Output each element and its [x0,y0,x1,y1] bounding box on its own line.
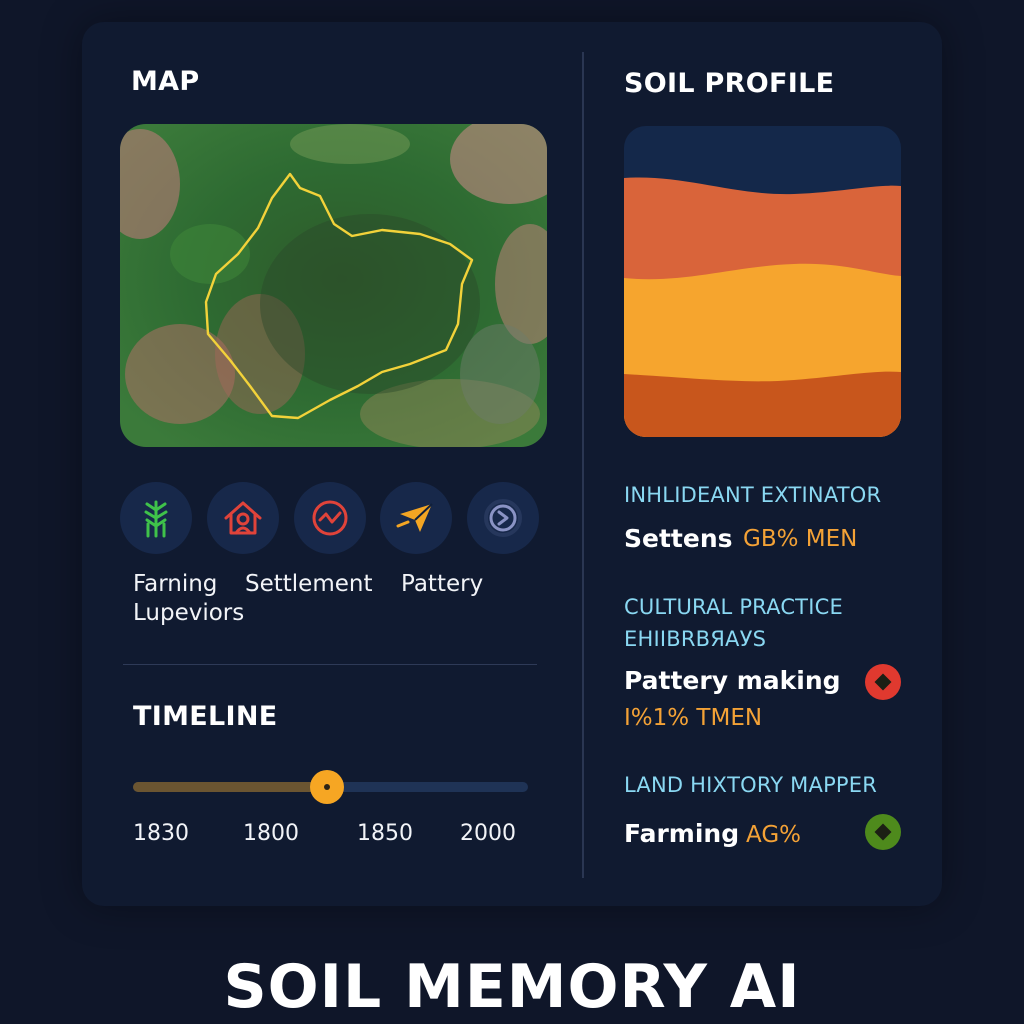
plane-icon [396,503,433,532]
timeline-slider-track[interactable] [133,770,528,804]
farming-sublabel: Lupeviors [133,600,245,626]
diamond-icon [874,673,892,691]
satellite-map[interactable] [120,124,547,447]
extinator-label: INHLIDEANT EXTINATOR [624,483,882,507]
cultural-practice-name: Pattery making [624,666,841,695]
history-cycle-button[interactable] [467,482,539,554]
pottery-label: Pattery [401,571,484,597]
land-history-label: LAND НІХТОRY MAPPER [624,773,878,797]
land-history-name: Farming [624,819,740,848]
cultural-practice-badge[interactable] [865,664,901,700]
timeline-slider-thumb[interactable] [309,770,344,804]
settlement-button[interactable] [207,482,279,554]
farming-button[interactable] [120,482,192,554]
land-history-badge[interactable] [865,814,901,850]
pottery-wave-icon [312,500,348,536]
soil-layer-bedrock [624,371,901,437]
aerial-survey-button[interactable] [380,482,452,554]
map-title: MAP [131,66,200,97]
soil-profile-title: SOIL PROFILE [624,68,835,99]
extinator-name: Settens [624,524,733,553]
settlement-house-icon [224,501,262,535]
section-divider [123,664,537,665]
pottery-button[interactable] [294,482,366,554]
app-brand-title: SOIL MEMORY AI [223,952,801,1022]
land-history-value: AG% [746,822,802,848]
cultural-practice-label: CULTURAL PRACTICE [624,595,843,619]
soil-profile-diagram [624,126,901,437]
timeline-title: TIMELINE [133,701,278,732]
settlement-label: Settlement [245,571,373,597]
timeline-tick: 1800 [243,821,299,846]
extinator-value: GB% MEN [743,526,858,552]
cultural-practice-sublabel: ЕНІІВRВЯАУS [624,627,767,651]
timeline-tick: 1830 [133,821,189,846]
diamond-icon [874,823,892,841]
timeline-tick: 1850 [357,821,413,846]
farming-label: Farning [133,571,218,597]
cultural-practice-value: I%1% TMEN [624,705,763,731]
farming-plant-icon [144,500,168,538]
cycle-icon [484,499,522,537]
timeline-slider-fill [133,782,327,792]
column-divider [582,52,584,878]
timeline-tick: 2000 [460,821,516,846]
